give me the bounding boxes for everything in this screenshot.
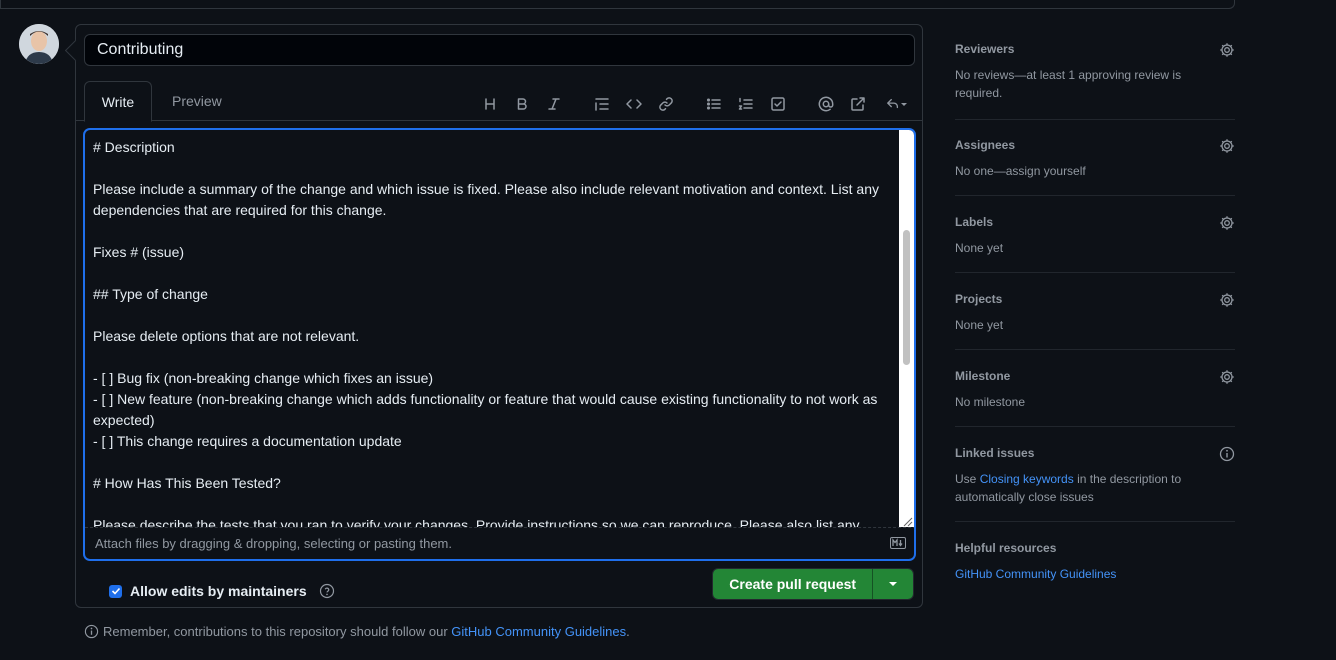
linked-issues-prefix: Use xyxy=(955,472,980,486)
editor-scrollbar[interactable] xyxy=(899,130,914,527)
milestone-section: Milestone No milestone xyxy=(955,367,1235,427)
milestone-title[interactable]: Milestone xyxy=(955,367,1235,385)
allow-edits-checkbox[interactable] xyxy=(109,584,122,598)
attach-files-text: Attach files by dragging & dropping, sel… xyxy=(95,536,452,551)
projects-value: None yet xyxy=(955,318,1004,332)
bold-icon[interactable] xyxy=(510,92,534,116)
task-list-icon[interactable] xyxy=(766,92,790,116)
ordered-list-icon[interactable] xyxy=(734,92,758,116)
projects-section: Projects None yet xyxy=(955,290,1235,350)
quote-icon[interactable] xyxy=(590,92,614,116)
markdown-icon[interactable] xyxy=(890,537,906,549)
helpful-resources-list: GitHub Community Guidelines xyxy=(955,565,1235,583)
title-input[interactable] xyxy=(84,34,915,66)
labels-value: None yet xyxy=(955,241,1004,255)
contribution-note: Remember, contributions to this reposito… xyxy=(84,624,630,639)
labels-section: Labels None yet xyxy=(955,213,1235,273)
info-icon xyxy=(84,624,99,639)
milestone-value: No milestone xyxy=(955,395,1026,409)
helpful-resources-section: Helpful resources GitHub Community Guide… xyxy=(955,539,1235,599)
gear-icon[interactable] xyxy=(1219,292,1235,308)
gear-icon[interactable] xyxy=(1219,138,1235,154)
reviewers-section: Reviewers No reviews—at least 1 approvin… xyxy=(955,40,1235,120)
assignees-section: Assignees No one—assign yourself xyxy=(955,136,1235,196)
mention-icon[interactable] xyxy=(814,92,838,116)
allow-edits-option[interactable]: Allow edits by maintainers xyxy=(109,583,335,599)
gear-icon[interactable] xyxy=(1219,215,1235,231)
heading-icon[interactable] xyxy=(478,92,502,116)
reviewers-value: No reviews—at least 1 approving review i… xyxy=(955,68,1182,100)
resize-handle-icon[interactable] xyxy=(901,515,913,527)
tab-write[interactable]: Write xyxy=(84,81,152,122)
cross-reference-icon[interactable] xyxy=(846,92,870,116)
create-pull-request-button-group: Create pull request xyxy=(712,568,914,600)
previous-panel-edge xyxy=(0,0,1235,9)
gear-icon[interactable] xyxy=(1219,369,1235,385)
pull-request-composer: Write Preview xyxy=(75,24,923,608)
editor-tabs: Write Preview xyxy=(76,81,922,122)
gear-icon[interactable] xyxy=(1219,42,1235,58)
avatar-image xyxy=(19,24,59,64)
body-textarea[interactable]: # Description Please include a summary o… xyxy=(85,130,899,527)
create-options-dropdown[interactable] xyxy=(872,569,913,599)
question-icon[interactable] xyxy=(319,583,335,599)
closing-keywords-link[interactable]: Closing keywords xyxy=(980,472,1074,486)
allow-edits-label[interactable]: Allow edits by maintainers xyxy=(130,583,307,599)
footnote-text: Remember, contributions to this reposito… xyxy=(103,624,452,639)
create-pull-request-button[interactable]: Create pull request xyxy=(713,569,873,599)
scrollbar-thumb[interactable] xyxy=(903,230,910,365)
linked-issues-title: Linked issues xyxy=(955,446,1035,460)
linked-issues-text: Use Closing keywords in the description … xyxy=(955,470,1205,506)
info-icon[interactable] xyxy=(1219,446,1235,462)
unordered-list-icon[interactable] xyxy=(702,92,726,116)
assignees-title[interactable]: Assignees xyxy=(955,136,1235,154)
tab-preview[interactable]: Preview xyxy=(156,81,238,122)
chevron-down-icon xyxy=(901,103,907,106)
attach-files-bar[interactable]: Attach files by dragging & dropping, sel… xyxy=(85,527,914,559)
triangle-down-icon xyxy=(889,582,898,586)
community-guidelines-resource-link[interactable]: GitHub Community Guidelines xyxy=(955,567,1116,581)
linked-issues-section: Linked issues Use Closing keywords in th… xyxy=(955,444,1235,522)
italic-icon[interactable] xyxy=(542,92,566,116)
assignees-value[interactable]: No one—assign yourself xyxy=(955,162,1235,180)
check-icon xyxy=(111,587,120,595)
body-editor[interactable]: # Description Please include a summary o… xyxy=(84,129,915,560)
labels-title[interactable]: Labels xyxy=(955,213,1235,231)
helpful-resources-title: Helpful resources xyxy=(955,541,1057,555)
footnote-period: . xyxy=(626,624,630,639)
avatar[interactable] xyxy=(19,24,59,64)
projects-title[interactable]: Projects xyxy=(955,290,1235,308)
reviewers-title[interactable]: Reviewers xyxy=(955,40,1235,58)
link-icon[interactable] xyxy=(654,92,678,116)
code-icon[interactable] xyxy=(622,92,646,116)
community-guidelines-link[interactable]: GitHub Community Guidelines xyxy=(451,624,626,639)
reply-icon[interactable] xyxy=(882,92,912,116)
